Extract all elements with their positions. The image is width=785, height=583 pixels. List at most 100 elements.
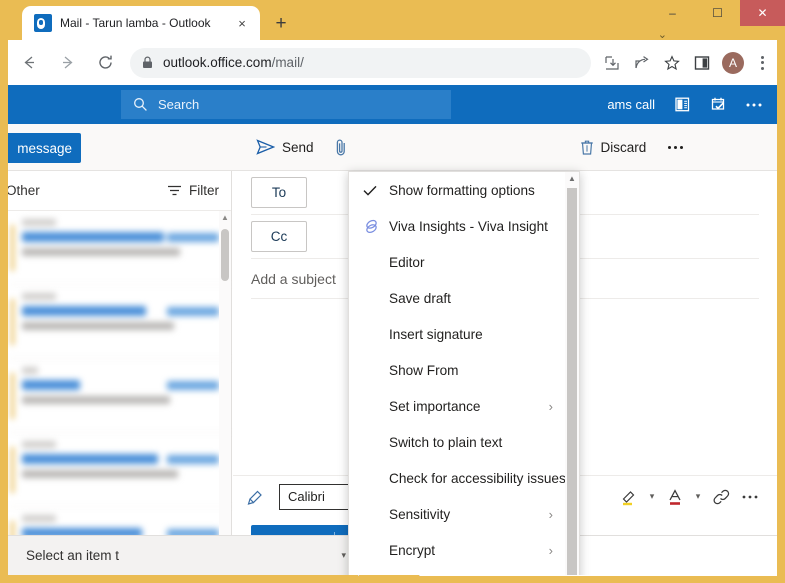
discard-button[interactable]: Discard: [570, 131, 657, 163]
list-item[interactable]: [8, 285, 231, 359]
menu-item-show-formatting-options[interactable]: Show formatting options: [349, 172, 567, 208]
menu-item-check-accessibility[interactable]: Check for accessibility issues: [349, 460, 567, 496]
lock-icon: [142, 56, 153, 69]
url-path: /mail/: [271, 55, 304, 70]
send-toolbar-label: Send: [282, 139, 314, 155]
menu-item-switch-to-plain-text[interactable]: Switch to plain text: [349, 424, 567, 460]
tab-title: Mail - Tarun lamba - Outlook: [60, 16, 211, 30]
minimize-button[interactable]: –: [650, 0, 695, 26]
new-message-button[interactable]: message: [8, 133, 81, 163]
menu-item-label: Insert signature: [389, 326, 483, 342]
scroll-up-icon[interactable]: ▲: [219, 213, 231, 222]
link-icon[interactable]: [708, 484, 734, 510]
menu-item-label: Sensitivity: [389, 506, 451, 522]
message-list-scrollbar[interactable]: ▲: [219, 211, 231, 575]
highlight-icon[interactable]: [616, 484, 642, 510]
unread-indicator: [11, 299, 14, 345]
browser-window: Mail - Tarun lamba - Outlook × + ⌄ – ☐ ✕…: [0, 0, 785, 583]
font-color-chevron-icon[interactable]: ▾: [691, 491, 705, 502]
outlook-icon: [34, 14, 52, 32]
context-menu-scrollbar[interactable]: ▲ ▼: [565, 172, 579, 575]
window-controls: – ☐ ✕: [650, 0, 785, 26]
calendar-check-icon[interactable]: [701, 88, 735, 122]
trash-icon: [580, 139, 594, 156]
new-tab-button[interactable]: +: [268, 10, 294, 36]
outlook-header: Search ams call: [8, 85, 777, 124]
reload-icon[interactable]: [88, 46, 122, 80]
search-placeholder: Search: [158, 97, 200, 112]
menu-item-sensitivity[interactable]: Sensitivity ›: [349, 496, 567, 532]
forward-icon[interactable]: [50, 46, 84, 80]
browser-menu-icon[interactable]: [749, 55, 775, 70]
filter-button[interactable]: Filter: [167, 183, 219, 198]
scroll-up-icon[interactable]: ▲: [565, 174, 579, 183]
subject-placeholder: Add a subject: [251, 270, 336, 287]
teams-call-label[interactable]: ams call: [607, 97, 655, 112]
close-icon[interactable]: ×: [232, 13, 252, 33]
menu-item-set-importance[interactable]: Set importance ›: [349, 388, 567, 424]
scrollbar-thumb[interactable]: [567, 188, 577, 575]
browser-tab[interactable]: Mail - Tarun lamba - Outlook ×: [22, 6, 260, 40]
install-icon[interactable]: [597, 48, 627, 78]
send-toolbar-button[interactable]: Send: [246, 131, 324, 163]
more-icon[interactable]: [737, 88, 771, 122]
redacted-folder: [22, 219, 56, 226]
menu-item-save-draft[interactable]: Save draft: [349, 280, 567, 316]
format-painter-icon[interactable]: [247, 488, 267, 506]
attach-button[interactable]: [324, 131, 358, 163]
office-apps-icon[interactable]: [665, 88, 699, 122]
menu-item-show-message-options[interactable]: Show message options...: [349, 568, 567, 575]
redacted-subject: [22, 322, 174, 330]
collections-icon[interactable]: [687, 48, 717, 78]
search-input[interactable]: Search: [121, 90, 451, 119]
menu-item-label: Set importance: [389, 398, 481, 414]
message-list: [8, 211, 231, 575]
attach-icon: [334, 138, 348, 157]
menu-item-viva-insights[interactable]: Viva Insights - Viva Insight: [349, 208, 567, 244]
redacted-header: [22, 380, 219, 390]
unread-indicator: [11, 225, 14, 271]
menu-item-label: Show formatting options: [389, 182, 535, 198]
redacted-header: [22, 306, 219, 316]
window-close-button[interactable]: ✕: [740, 0, 785, 26]
font-color-icon[interactable]: [662, 484, 688, 510]
scrollbar-thumb[interactable]: [221, 229, 229, 281]
filter-label: Filter: [189, 183, 219, 198]
screenshot-root: Mail - Tarun lamba - Outlook × + ⌄ – ☐ ✕…: [0, 0, 785, 583]
chevron-down-icon[interactable]: ▾: [341, 550, 346, 561]
avatar[interactable]: A: [722, 51, 744, 74]
list-tab-other[interactable]: Other: [8, 183, 40, 198]
unread-indicator: [11, 447, 14, 493]
search-icon: [133, 97, 148, 112]
redacted-subject: [22, 396, 170, 404]
address-bar[interactable]: outlook.office.com/mail/: [130, 47, 591, 78]
more-format-icon[interactable]: [737, 484, 763, 510]
share-icon[interactable]: [627, 48, 657, 78]
command-bar: message Send Discard: [8, 124, 777, 171]
check-icon: [363, 185, 389, 196]
menu-item-label: Encrypt: [389, 542, 436, 558]
unread-indicator: [11, 373, 14, 419]
message-list-pane: Other Filter ▲: [8, 171, 232, 575]
back-icon[interactable]: [12, 46, 46, 80]
list-item[interactable]: [8, 211, 231, 285]
list-item[interactable]: [8, 359, 231, 433]
to-button[interactable]: To: [251, 177, 307, 208]
toolbar-more-icon[interactable]: [656, 145, 695, 149]
menu-item-editor[interactable]: Editor: [349, 244, 567, 280]
menu-item-label: Switch to plain text: [389, 434, 503, 450]
menu-item-show-from[interactable]: Show From: [349, 352, 567, 388]
list-item[interactable]: [8, 433, 231, 507]
omnibox-actions: A: [597, 48, 777, 78]
menu-item-insert-signature[interactable]: Insert signature: [349, 316, 567, 352]
maximize-button[interactable]: ☐: [695, 0, 740, 26]
menu-item-encrypt[interactable]: Encrypt ›: [349, 532, 567, 568]
redacted-folder: [22, 441, 56, 448]
chevron-right-icon: ›: [548, 398, 553, 414]
compose-options-menu: Show formatting options Viva Insights - …: [348, 171, 580, 575]
menu-item-label: Show From: [389, 362, 459, 378]
send-plane-icon: [256, 139, 275, 155]
cc-button[interactable]: Cc: [251, 221, 307, 252]
highlight-chevron-icon[interactable]: ▾: [645, 491, 659, 502]
star-icon[interactable]: [657, 48, 687, 78]
